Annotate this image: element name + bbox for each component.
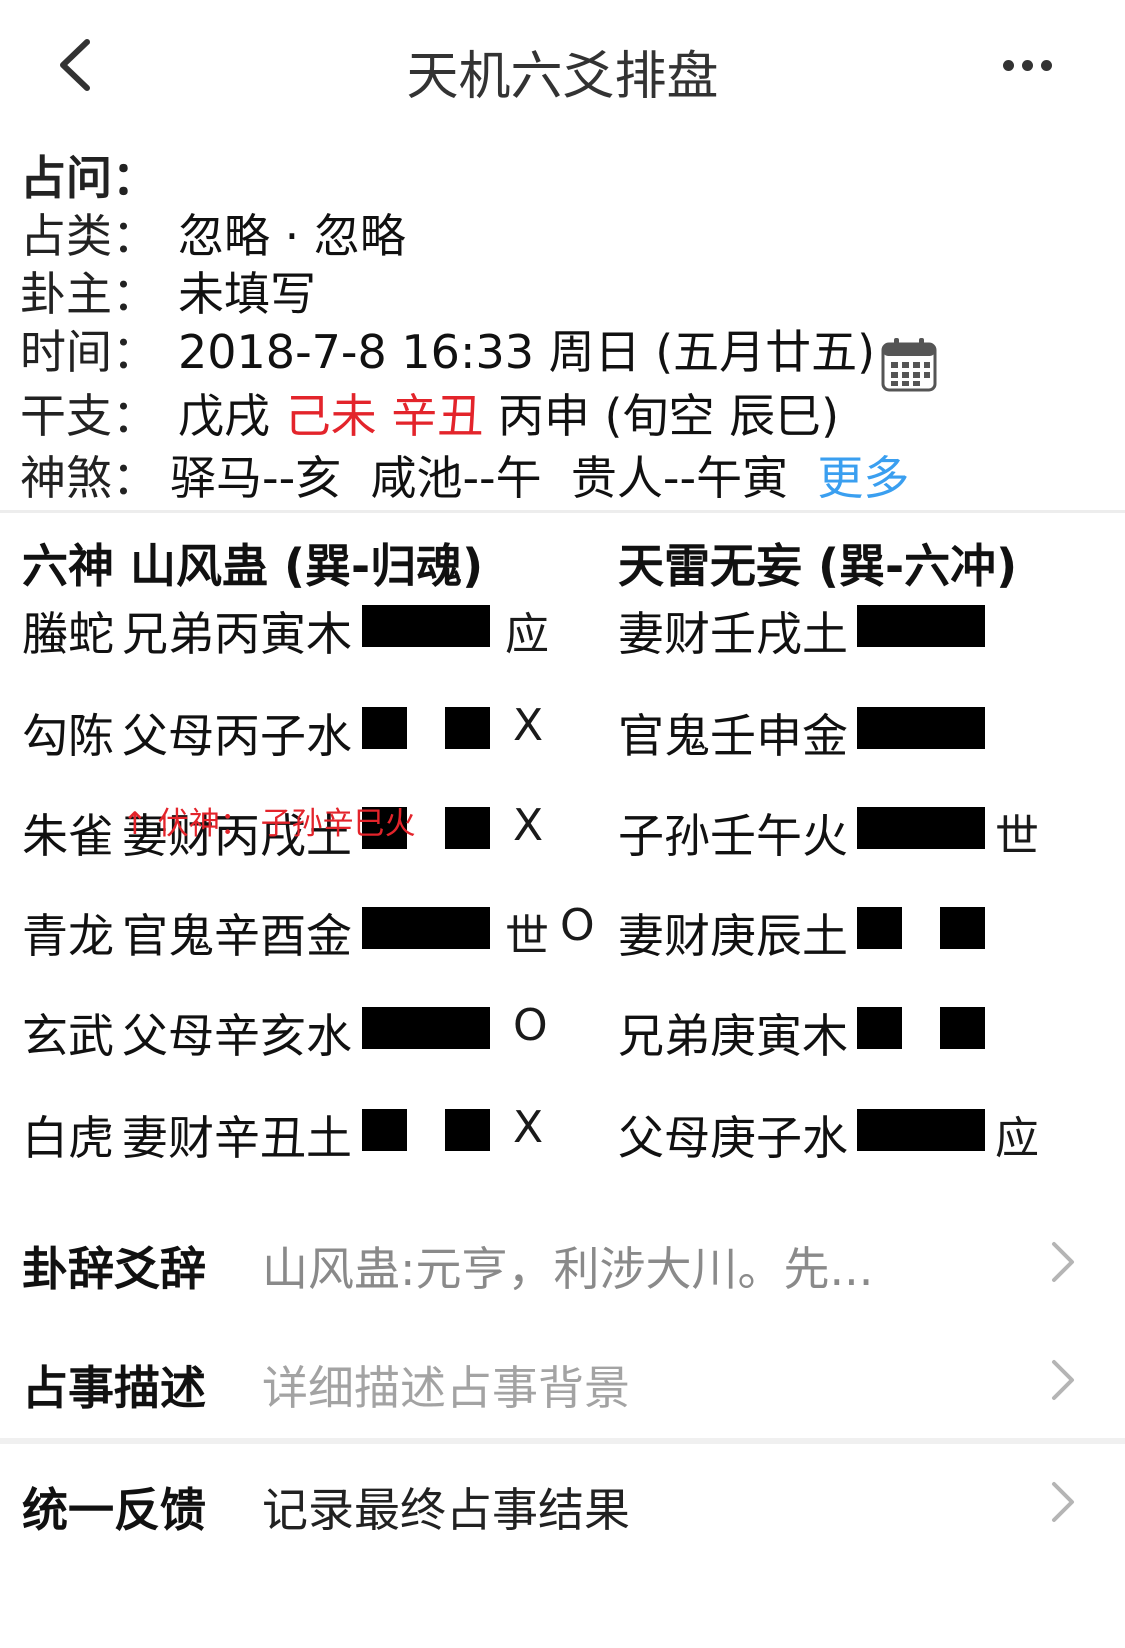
changed-yang-line bbox=[857, 605, 985, 647]
main-line-label: 妻财辛丑土 bbox=[122, 1111, 352, 1165]
changed-line-label: 妻财庚辰土 bbox=[618, 909, 848, 963]
changed-yang-line bbox=[857, 707, 985, 749]
shensha-more-link[interactable]: 更多 bbox=[817, 451, 909, 505]
main-line-label: 官鬼辛酉金 bbox=[122, 909, 352, 963]
shensha-value: 驿马--亥 咸池--午 贵人--午寅 更多 bbox=[170, 442, 909, 508]
chevron-right-icon bbox=[1052, 1360, 1074, 1400]
shi-ying-mark: 世 bbox=[995, 811, 1039, 862]
shensha-item: 咸池--午 bbox=[370, 451, 542, 505]
changed-hexagram-title: 天雷无妄 (巽-六冲) bbox=[618, 539, 1018, 593]
main-yin-line-right bbox=[445, 707, 490, 749]
changed-yin-line-right bbox=[940, 1007, 985, 1049]
ganzhi-hour: 丙申 bbox=[497, 389, 590, 443]
changed-line-label: 父母庚子水 bbox=[618, 1111, 848, 1165]
moving-line-mark: X bbox=[513, 1102, 544, 1153]
moving-line-mark: O bbox=[560, 900, 595, 951]
main-line-label: 兄弟丙寅木 bbox=[122, 607, 352, 661]
more-icon[interactable] bbox=[1003, 56, 1063, 76]
main-line-label: 父母辛亥水 bbox=[122, 1009, 352, 1063]
changed-line-label: 子孙壬午火 bbox=[618, 809, 848, 863]
divider bbox=[0, 510, 1125, 513]
shi-ying-mark: 世 bbox=[505, 911, 549, 962]
ganzhi-label: 干支： bbox=[20, 389, 158, 443]
shensha-label: 神煞： bbox=[20, 451, 158, 505]
changed-line-label: 妻财壬戌土 bbox=[618, 607, 848, 661]
six-spirit: 玄武 bbox=[22, 1009, 114, 1063]
description-label: 占事描述 bbox=[22, 1361, 206, 1415]
shensha-item: 驿马--亥 bbox=[170, 451, 342, 505]
main-yin-line-right bbox=[445, 1109, 490, 1151]
shensha-item: 贵人--午寅 bbox=[570, 451, 789, 505]
changed-yang-line bbox=[857, 807, 985, 849]
feedback-label: 统一反馈 bbox=[22, 1483, 206, 1537]
six-spirit: 青龙 bbox=[22, 909, 114, 963]
ganzhi-day: 辛丑 bbox=[391, 389, 484, 443]
owner-value: 未填写 bbox=[178, 267, 316, 321]
changed-yin-line-left bbox=[857, 907, 902, 949]
moving-line-mark: X bbox=[513, 700, 544, 751]
changed-yin-line-right bbox=[940, 907, 985, 949]
ganzhi-value: 戊戌 己未 辛丑 丙申 (旬空 辰巳) bbox=[178, 380, 839, 446]
moving-line-mark: X bbox=[513, 800, 544, 851]
main-yin-line-right bbox=[445, 807, 490, 849]
description-placeholder: 详细描述占事背景 bbox=[262, 1361, 630, 1415]
main-yang-line bbox=[362, 907, 490, 949]
six-spirit: 螣蛇 bbox=[22, 607, 114, 661]
main-hexagram-title: 六神 山风蛊 (巽-归魂) bbox=[22, 539, 484, 593]
changed-line-label: 兄弟庚寅木 bbox=[618, 1009, 848, 1063]
six-spirit: 白虎 bbox=[22, 1111, 114, 1165]
main-yin-line-left bbox=[362, 1109, 407, 1151]
main-yin-line-left bbox=[362, 707, 407, 749]
category-value: 忽略 · 忽略 bbox=[178, 209, 406, 263]
feedback-value: 记录最终占事结果 bbox=[262, 1483, 630, 1537]
chevron-right-icon bbox=[1052, 1242, 1074, 1282]
ganzhi-year: 戊戌 bbox=[178, 389, 270, 443]
changed-yin-line-left bbox=[857, 1007, 902, 1049]
guaci-label: 卦辞爻辞 bbox=[22, 1242, 206, 1296]
guaci-value: 山风蛊:元亨，利涉大川。先... bbox=[262, 1242, 874, 1296]
six-spirit: 朱雀 bbox=[22, 809, 114, 863]
main-line-label: 父母丙子水 bbox=[122, 709, 352, 763]
shi-ying-mark: 应 bbox=[995, 1113, 1039, 1164]
fushen-note: ↑ 伏神： 子孙辛巳火 bbox=[122, 806, 416, 842]
time-value: 2018-7-8 16:33 周日 (五月廿五) bbox=[178, 325, 876, 379]
category-label: 占类： bbox=[20, 209, 158, 263]
owner-label: 卦主： bbox=[20, 267, 158, 321]
chevron-right-icon bbox=[1052, 1482, 1074, 1522]
main-yang-line bbox=[362, 1007, 490, 1049]
shi-ying-mark: 应 bbox=[505, 609, 549, 660]
question-label: 占问： bbox=[20, 151, 158, 205]
ganzhi-month: 己未 bbox=[284, 389, 377, 443]
time-label: 时间： bbox=[20, 325, 158, 379]
page-title: 天机六爻排盘 bbox=[406, 47, 719, 107]
ganzhi-void: (旬空 辰巳) bbox=[604, 389, 840, 443]
changed-line-label: 官鬼壬申金 bbox=[618, 709, 848, 763]
main-yang-line bbox=[362, 605, 490, 647]
calendar-icon[interactable] bbox=[880, 335, 938, 393]
changed-yang-line bbox=[857, 1109, 985, 1151]
six-spirit: 勾陈 bbox=[22, 709, 114, 763]
section-divider bbox=[0, 1438, 1125, 1444]
moving-line-mark: O bbox=[513, 1000, 548, 1051]
